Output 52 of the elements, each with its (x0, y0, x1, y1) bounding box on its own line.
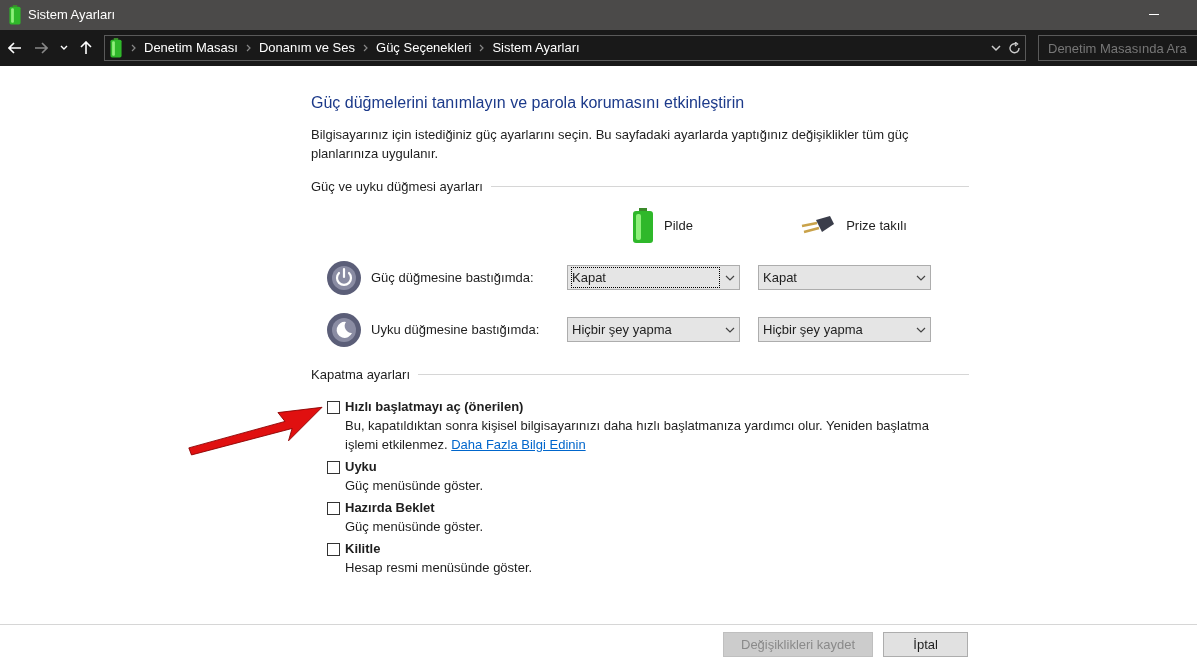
option-label: Kilitle (345, 540, 381, 559)
column-label: Prize takılı (846, 216, 907, 235)
option-description: Bu, kapatıldıktan sonra kişisel bilgisayarınızı daha hızlı başlatmanıza yardımcı olur. Yeniden başlatma işlemi etkilenmez. Daha Fazla Bilgi Edinin (344, 417, 930, 454)
breadcrumb-item[interactable]: Donanım ve Ses (258, 38, 356, 58)
learn-more-link[interactable]: Daha Fazla Bilgi Edinin (451, 437, 586, 452)
back-arrow-icon[interactable] (8, 42, 22, 54)
refresh-icon[interactable] (1009, 41, 1021, 55)
option-description: Güç menüsünde göster. (344, 477, 485, 495)
cancel-button[interactable]: İptal (883, 632, 969, 657)
setting-label: Güç düğmesine bastığımda: (371, 268, 535, 287)
battery-icon (632, 207, 655, 244)
section-title: Kapatma ayarları (311, 365, 410, 384)
battery-icon (109, 38, 123, 58)
option-label: Hızlı başlatmayı aç (önerilen) (345, 398, 524, 417)
dropdown[interactable]: Hiçbir şey yapma (758, 317, 931, 342)
checkbox[interactable] (327, 460, 340, 474)
section-title: Güç ve uyku düğmesi ayarları (311, 178, 483, 196)
window-title: Sistem Ayarları (28, 6, 116, 25)
battery-icon (8, 5, 22, 25)
address-field[interactable]: Denetim Masası Donanım ve Ses Güç Seçenekleri Sistem Ayarları (104, 35, 1026, 61)
breadcrumb-item[interactable]: Güç Seçenekleri (376, 38, 472, 58)
search-field[interactable]: Denetim Masasında Ara (1038, 35, 1197, 61)
option-description: Hesap resmi menüsünde göster. (344, 559, 534, 577)
checkbox[interactable] (327, 542, 340, 556)
intro-text: Bilgisayarınız için istediğiniz güç ayarlarını seçin. Bu sayfadaki ayarlarda yaptığınız değişiklikler tüm güç planlarınıza uygulanır. (311, 126, 910, 163)
moon-icon (326, 311, 362, 348)
option-description: Güç menüsünde göster. (344, 518, 485, 536)
up-arrow-icon[interactable] (80, 41, 92, 55)
chevron-right-icon (363, 44, 369, 52)
dropdown[interactable]: Kapat (758, 265, 931, 290)
minimize-icon[interactable] (1149, 14, 1159, 16)
option-label: Hazırda Beklet (345, 499, 435, 518)
chevron-right-icon (131, 44, 136, 52)
breadcrumb-item[interactable]: Denetim Masası (144, 38, 238, 58)
option-label: Uyku (345, 458, 377, 477)
chevron-right-icon (245, 44, 251, 52)
power-icon (326, 259, 362, 296)
chevron-down-icon (725, 326, 735, 333)
checkbox[interactable] (327, 400, 340, 414)
chevron-down-icon (725, 274, 735, 281)
checkbox[interactable] (327, 501, 340, 515)
chevron-down-icon (916, 326, 926, 333)
dropdown[interactable]: Hiçbir şey yapma (567, 317, 740, 342)
chevron-down-icon[interactable] (991, 44, 1001, 52)
page-heading: Güç düğmelerini tanımlayın ve parola korumasını etkinleştirin (311, 93, 746, 113)
dropdown[interactable]: Kapat (567, 265, 740, 290)
chevron-right-icon (479, 44, 485, 52)
breadcrumb-item[interactable]: Sistem Ayarları (492, 38, 580, 58)
chevron-down-icon (916, 274, 926, 281)
forward-arrow-icon[interactable] (34, 42, 48, 54)
setting-label: Uyku düğmesine bastığımda: (371, 320, 541, 339)
column-label: Pilde (664, 216, 693, 235)
